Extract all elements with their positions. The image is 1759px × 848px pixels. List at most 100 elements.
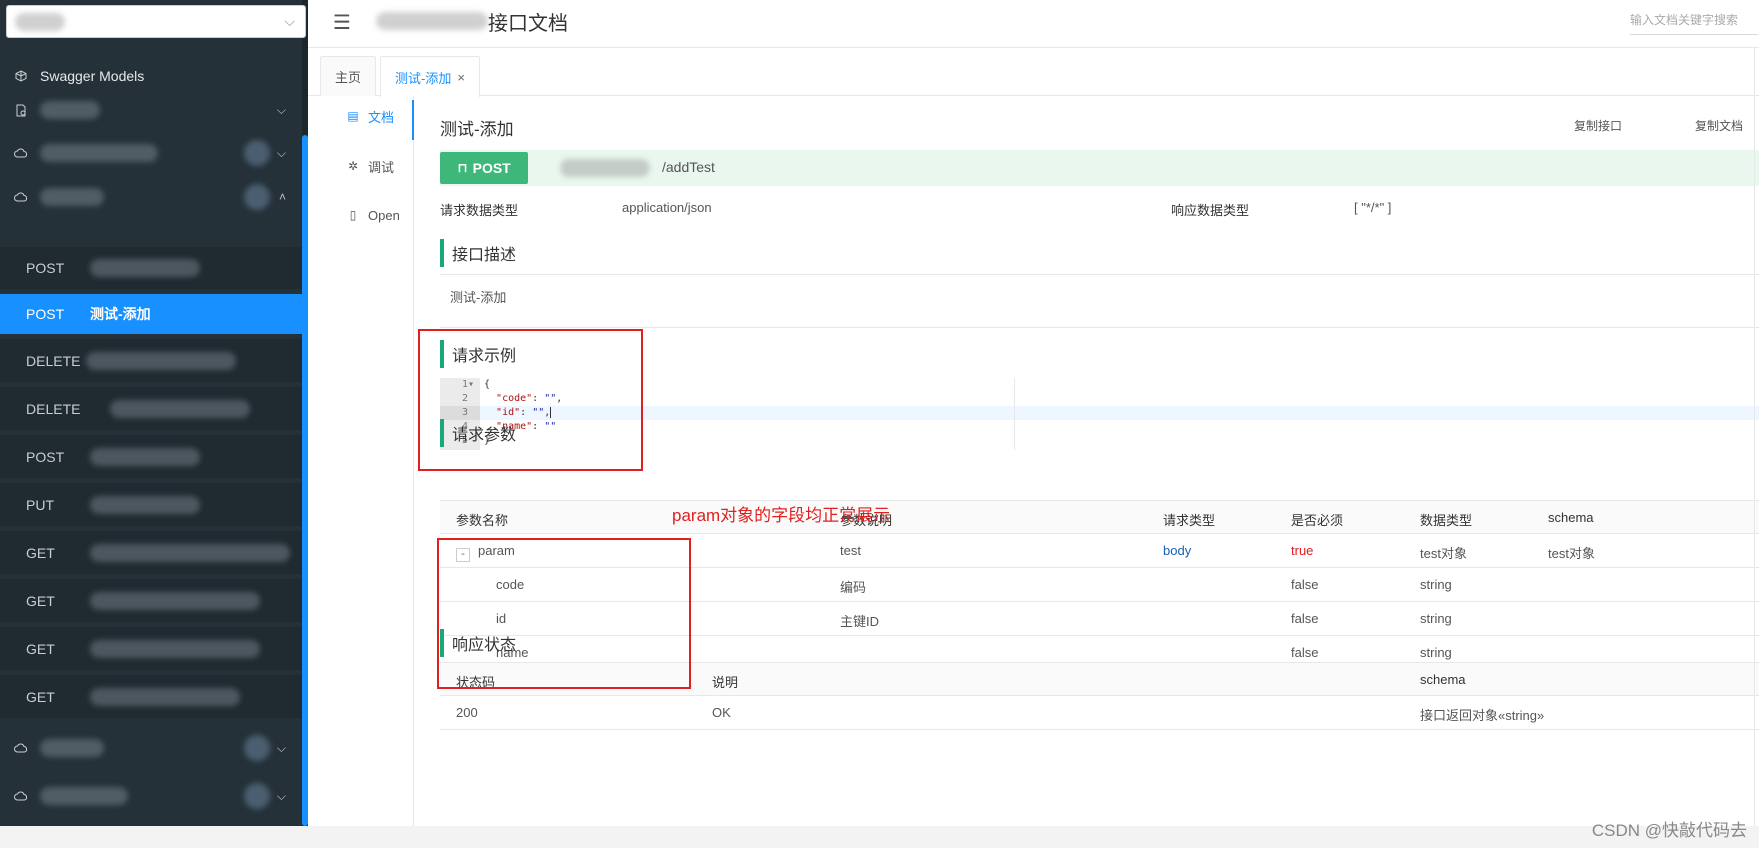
group-select[interactable]: ⌵ [6, 5, 306, 38]
http-method: POST [26, 260, 65, 276]
menu-open[interactable]: ▯ Open [308, 203, 414, 227]
response-type-value: [ "*/*" ] [1354, 200, 1392, 215]
status-desc-cell: OK [712, 705, 731, 720]
menu-doc-label: 文档 [368, 109, 395, 125]
sidebar-api-item[interactable]: POST [0, 435, 302, 478]
menu-collapse-icon[interactable]: ☰ [333, 10, 351, 35]
sidebar-api-item[interactable]: POST [0, 247, 302, 289]
copy-doc-button[interactable]: 复制文档 [1695, 117, 1743, 134]
column-header: 数据类型 [1420, 513, 1473, 528]
param-type-cell: test对象 [1420, 546, 1467, 561]
page-title: 接口文档 [488, 13, 568, 35]
project-name [376, 12, 488, 30]
param-type-cell: string [1420, 577, 1452, 592]
sidebar: ⌵ Swagger Models ⌵ ⌵ ˄ POST POST 测试-添加 D… [0, 0, 308, 826]
bug-icon: ✲ [347, 159, 359, 173]
api-name: 测试-添加 [90, 306, 151, 322]
tab-home-label: 主页 [334, 70, 361, 85]
http-method: POST [26, 448, 65, 465]
sidebar-api-item[interactable]: GET [0, 531, 302, 574]
http-method: GET [26, 688, 55, 705]
response-type-label: 响应数据类型 [1171, 203, 1250, 218]
sidebar-api-item[interactable]: GET [0, 579, 302, 622]
cube-icon [14, 69, 28, 83]
sidebar-group-1[interactable]: ⌵ [0, 129, 302, 177]
section-description-heading: 接口描述 [440, 239, 516, 267]
annotation-text: param对象的字段均正常展示 [672, 506, 891, 525]
close-icon[interactable]: × [457, 70, 465, 85]
sidebar-api-item[interactable]: GET [0, 675, 302, 718]
column-header: schema [1548, 510, 1594, 525]
api-name [110, 399, 250, 418]
group-select-value [15, 13, 65, 31]
sidebar-api-item[interactable]: DELETE [0, 387, 302, 430]
api-name [90, 495, 200, 514]
http-method: GET [26, 592, 55, 609]
sidebar-group-2-label [40, 188, 104, 206]
request-type-value: application/json [622, 200, 712, 215]
method-badge-label: POST [472, 160, 511, 176]
description-box: 测试-添加 [440, 274, 1759, 328]
unlock-icon: ⊓ [457, 160, 468, 175]
chevron-down-icon: ⌵ [276, 740, 286, 755]
tab-bar: 主页 测试-添加 × [308, 52, 1759, 97]
http-method: GET [26, 640, 55, 657]
sidebar-api-item-active[interactable]: POST 测试-添加 [0, 294, 302, 334]
doc-side-menu: ▤ 文档 ✲ 调试 ▯ Open [308, 96, 414, 826]
param-desc-cell: 编码 [840, 580, 867, 595]
column-header: 参数名称 [456, 513, 509, 528]
table-header-row: 参数名称 参数说明 请求类型 是否必须 数据类型 schema [440, 500, 1759, 534]
cloud-icon [14, 789, 28, 803]
sidebar-group-1-label [40, 144, 158, 162]
chevron-down-icon: ⌵ [276, 102, 286, 117]
document-settings-icon [14, 103, 28, 117]
method-badge: ⊓ POST [440, 152, 528, 184]
search-input[interactable]: 输入文档关键字搜索 [1630, 9, 1758, 35]
param-required-cell: false [1291, 577, 1319, 592]
column-header: 说明 [712, 675, 739, 690]
menu-debug-label: 调试 [368, 159, 395, 175]
api-name [90, 447, 200, 466]
tab-test-add[interactable]: 测试-添加 × [380, 56, 480, 97]
tab-home[interactable]: 主页 [320, 56, 376, 96]
sidebar-group-2-badge [244, 184, 270, 210]
api-title: 测试-添加 [440, 120, 514, 139]
annotation-box-params [437, 538, 691, 689]
column-header: schema [1420, 672, 1466, 687]
sidebar-group-docs-label [40, 101, 100, 119]
document-icon: ▤ [347, 109, 359, 123]
copy-api-button[interactable]: 复制接口 [1574, 117, 1622, 134]
api-name [90, 543, 290, 562]
menu-open-label: Open [368, 207, 400, 223]
menu-doc[interactable]: ▤ 文档 [308, 104, 414, 128]
api-name [90, 639, 260, 658]
cloud-icon [14, 190, 28, 204]
status-schema-cell[interactable]: 接口返回对象«string» [1420, 705, 1544, 724]
column-header: 是否必须 [1291, 513, 1344, 528]
bottom-strip [0, 826, 1759, 848]
sidebar-group-docs[interactable]: ⌵ [0, 86, 302, 134]
sidebar-group-4[interactable]: ⌵ [0, 772, 302, 820]
cloud-icon [14, 741, 28, 755]
endpoint-path: /addTest [662, 159, 715, 175]
chevron-down-icon: ⌵ [276, 788, 286, 803]
menu-debug[interactable]: ✲ 调试 [308, 154, 414, 178]
editor-print-margin [1014, 378, 1015, 450]
file-icon: ▯ [349, 208, 357, 222]
chevron-down-icon: ⌵ [284, 13, 295, 29]
editor-active-line [480, 406, 1759, 420]
sidebar-api-item[interactable]: DELETE [0, 339, 302, 382]
sidebar-api-item[interactable]: GET [0, 627, 302, 670]
watermark: CSDN @快敲代码去 [1591, 821, 1747, 840]
param-required-cell: true [1291, 543, 1314, 558]
top-header: ☰ 接口文档 输入文档关键字搜索 [308, 0, 1759, 48]
api-name [86, 351, 236, 370]
sidebar-group-2[interactable]: ˄ [0, 173, 302, 221]
param-type-cell: string [1420, 645, 1452, 660]
sidebar-api-item[interactable]: PUT [0, 483, 302, 526]
param-schema-cell[interactable]: test对象 [1548, 543, 1595, 562]
sidebar-group-3[interactable]: ⌵ [0, 724, 302, 772]
http-method: POST [26, 306, 65, 322]
http-method: PUT [26, 496, 54, 513]
cloud-icon [14, 146, 28, 160]
